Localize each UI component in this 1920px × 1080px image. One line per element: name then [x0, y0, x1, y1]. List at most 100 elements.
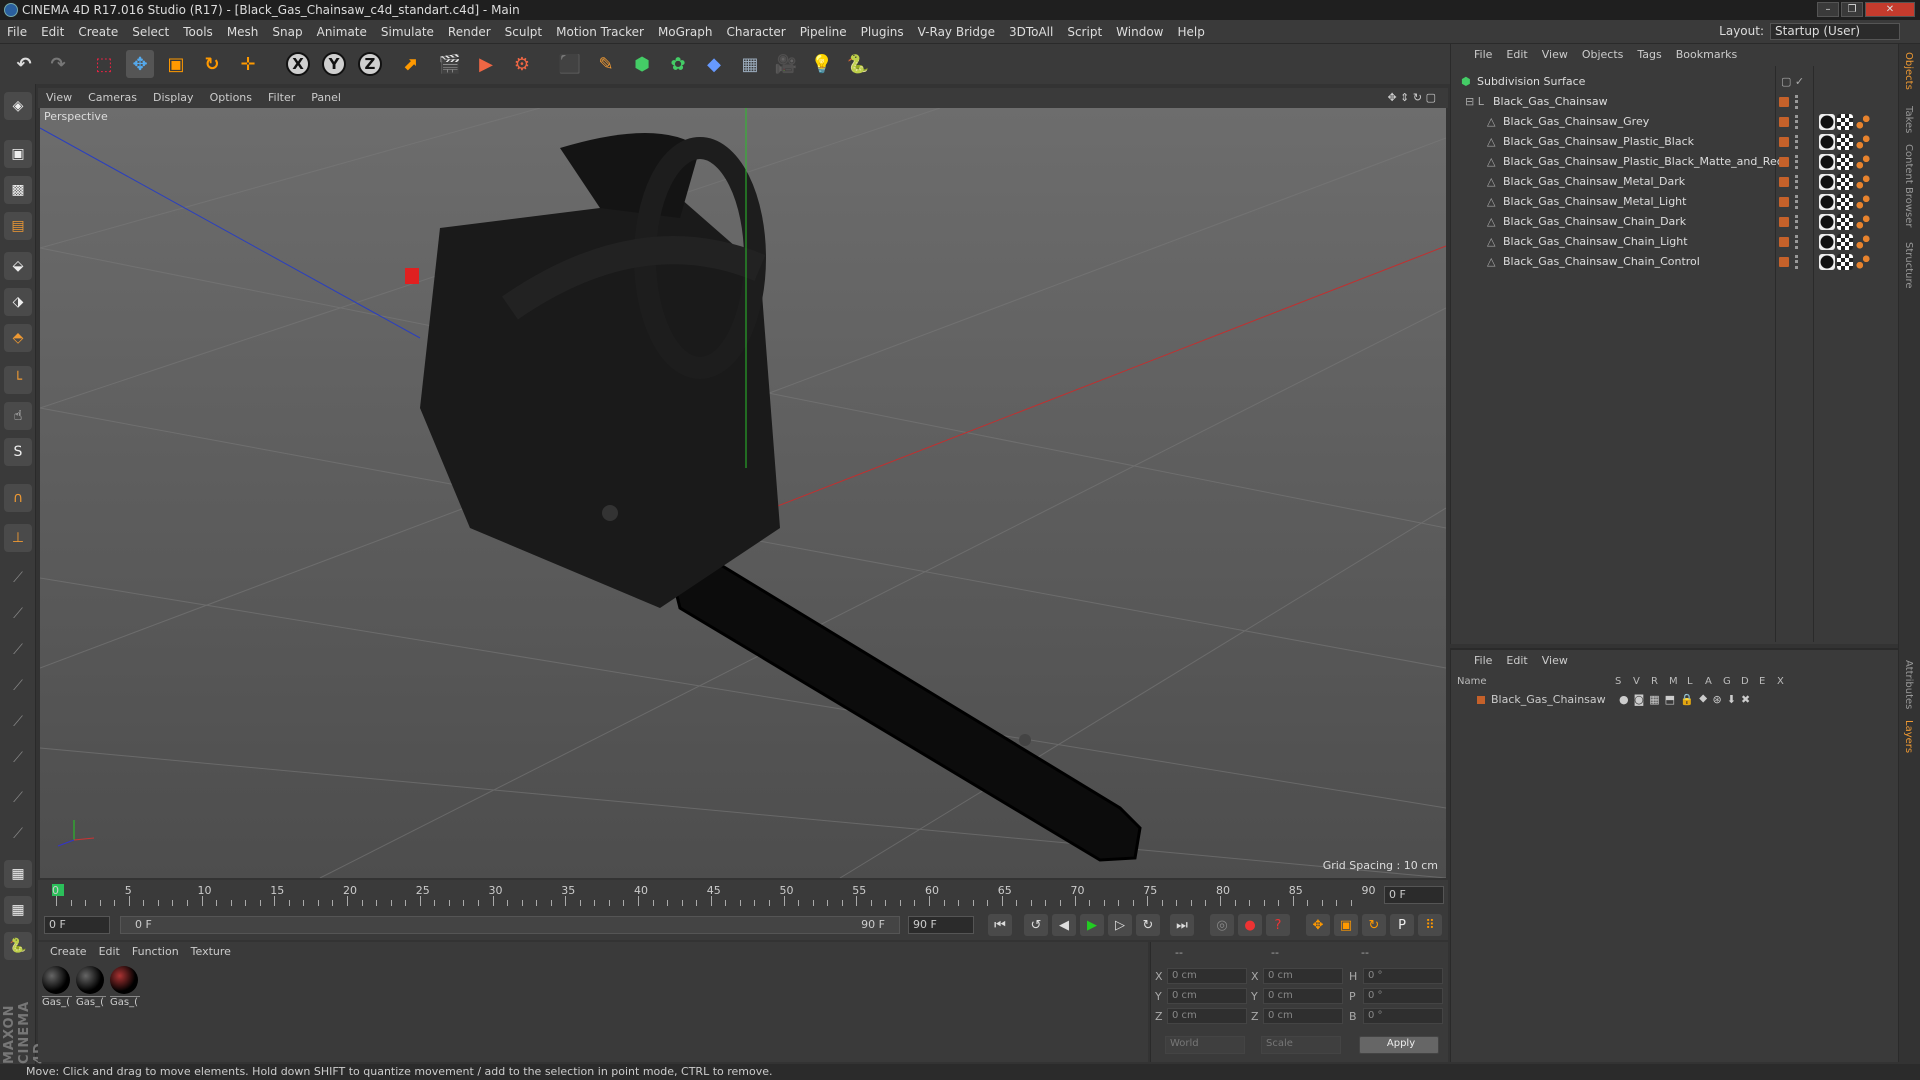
layer-menu-edit[interactable]: Edit — [1499, 650, 1534, 672]
deformer-icon[interactable]: ◆ — [700, 50, 728, 78]
size-x-field[interactable]: 0 cm — [1263, 968, 1343, 984]
position-y-field[interactable]: 0 cm — [1167, 988, 1247, 1004]
viewport-menu-options[interactable]: Options — [202, 88, 260, 108]
uvw-tag-icon[interactable] — [1837, 234, 1853, 250]
tweak-mode-icon[interactable]: ☝ — [4, 402, 32, 430]
record-active-icon[interactable]: ● — [1238, 914, 1262, 936]
material-tag-icon[interactable] — [1819, 254, 1835, 270]
live-selection-icon[interactable]: ⬚ — [90, 50, 118, 78]
tab-content-browser[interactable]: Content Browser — [1903, 144, 1914, 227]
layout-dropdown[interactable]: Startup (User) — [1770, 23, 1900, 40]
3d-viewport[interactable]: Perspective Grid Spacing : 10 cm — [40, 108, 1446, 878]
visibility-dots[interactable] — [1795, 155, 1799, 169]
selection-tag-icon[interactable] — [1855, 234, 1871, 250]
position-x-field[interactable]: 0 cm — [1167, 968, 1247, 984]
key-param-icon[interactable]: P — [1390, 914, 1414, 936]
size-y-field[interactable]: 0 cm — [1263, 988, 1343, 1004]
visibility-dots[interactable] — [1795, 175, 1799, 189]
viewport-menu-cameras[interactable]: Cameras — [80, 88, 145, 108]
sculpt-brush-6-icon[interactable]: ⟋ — [4, 744, 32, 772]
y-axis-button[interactable]: Y — [322, 52, 346, 76]
selection-tag-icon[interactable] — [1855, 174, 1871, 190]
menu-help[interactable]: Help — [1170, 20, 1211, 44]
menu-create[interactable]: Create — [71, 20, 125, 44]
object-row[interactable]: △ Black_Gas_Chainsaw_Metal_Dark — [1451, 172, 1899, 192]
material-menu-edit[interactable]: Edit — [93, 942, 126, 962]
render-settings-icon[interactable]: ⚙ — [508, 50, 536, 78]
next-key-icon[interactable]: ↻ — [1136, 914, 1160, 936]
object-menu-edit[interactable]: Edit — [1499, 44, 1534, 66]
render-view-icon[interactable]: 🎬 — [436, 50, 464, 78]
sculpt-brush-7-icon[interactable]: ⟋ — [4, 784, 32, 812]
tab-takes[interactable]: Takes — [1903, 106, 1914, 133]
object-row[interactable]: △ Black_Gas_Chainsaw_Chain_Light — [1451, 232, 1899, 252]
apply-button[interactable]: Apply — [1359, 1036, 1439, 1054]
auto-key-icon[interactable]: ? — [1266, 914, 1290, 936]
snap-icon[interactable]: S — [4, 438, 32, 466]
sculpt-brush-2-icon[interactable]: ⟋ — [4, 600, 32, 628]
current-frame-field[interactable]: 0 F — [1384, 886, 1444, 904]
end-frame-field[interactable]: 90 F — [908, 916, 974, 934]
menu-script[interactable]: Script — [1060, 20, 1109, 44]
layer-color-swatch[interactable] — [1779, 217, 1789, 227]
size-z-field[interactable]: 0 cm — [1263, 1008, 1343, 1024]
selection-tag-icon[interactable] — [1855, 134, 1871, 150]
object-row[interactable]: △ Black_Gas_Chainsaw_Grey — [1451, 112, 1899, 132]
menu-vray-bridge[interactable]: V-Ray Bridge — [911, 20, 1002, 44]
uvw-tag-icon[interactable] — [1837, 174, 1853, 190]
uvw-tag-icon[interactable] — [1837, 114, 1853, 130]
visibility-dots[interactable] — [1795, 95, 1799, 109]
menu-sculpt[interactable]: Sculpt — [498, 20, 549, 44]
layer-color-swatch[interactable] — [1779, 257, 1789, 267]
layer-column-header[interactable]: D — [1741, 676, 1759, 687]
mograph-cloner-icon[interactable]: ✿ — [664, 50, 692, 78]
tab-structure[interactable]: Structure — [1903, 242, 1914, 289]
layer-color-swatch[interactable] — [1779, 237, 1789, 247]
material-swatch[interactable]: Gas_( — [76, 966, 106, 1008]
uvw-tag-icon[interactable] — [1837, 254, 1853, 270]
visibility-dots[interactable] — [1795, 235, 1799, 249]
material-tag-icon[interactable] — [1819, 194, 1835, 210]
floor-icon[interactable]: ▦ — [736, 50, 764, 78]
magnet-icon[interactable]: ∩ — [4, 484, 32, 512]
menu-window[interactable]: Window — [1109, 20, 1170, 44]
viewport-menu-filter[interactable]: Filter — [260, 88, 303, 108]
material-tag-icon[interactable] — [1819, 154, 1835, 170]
menu-animate[interactable]: Animate — [310, 20, 374, 44]
workplane-icon[interactable]: ▤ — [4, 212, 32, 240]
selection-tag-icon[interactable] — [1855, 214, 1871, 230]
checker-lock-icon[interactable]: ▦ — [4, 860, 32, 888]
points-mode-icon[interactable]: ⬙ — [4, 252, 32, 280]
layer-column-header[interactable]: G — [1723, 676, 1741, 687]
object-menu-tags[interactable]: Tags — [1630, 44, 1668, 66]
layer-column-header[interactable]: L — [1687, 676, 1705, 687]
menu-character[interactable]: Character — [719, 20, 792, 44]
material-menu-create[interactable]: Create — [44, 942, 93, 962]
material-swatch[interactable]: Gas_( — [110, 966, 140, 1008]
layer-menu-view[interactable]: View — [1535, 650, 1575, 672]
light-icon[interactable]: 💡 — [808, 50, 836, 78]
material-swatch[interactable]: Gas_( — [42, 966, 72, 1008]
layer-menu-file[interactable]: File — [1467, 650, 1499, 672]
menu-edit[interactable]: Edit — [34, 20, 71, 44]
transform-icon[interactable]: ✛ — [234, 50, 262, 78]
make-editable-icon[interactable]: ◈ — [4, 92, 32, 120]
viewport-menu-panel[interactable]: Panel — [303, 88, 349, 108]
object-row[interactable]: △ Black_Gas_Chainsaw_Metal_Light — [1451, 192, 1899, 212]
record-disabled-icon[interactable]: ◎ — [1210, 914, 1234, 936]
material-tag-icon[interactable] — [1819, 174, 1835, 190]
maximize-icon[interactable]: ❐ — [1841, 2, 1863, 17]
visibility-check-icon[interactable]: ▢ ✓ — [1781, 72, 1804, 92]
undo-icon[interactable]: ↶ — [10, 50, 38, 78]
object-menu-bookmarks[interactable]: Bookmarks — [1669, 44, 1744, 66]
cube-icon[interactable]: ⬛ — [556, 50, 584, 78]
menu-mograph[interactable]: MoGraph — [651, 20, 720, 44]
scale-icon[interactable]: ▣ — [162, 50, 190, 78]
visibility-dots[interactable] — [1795, 135, 1799, 149]
timeline-ruler[interactable]: 0 5 10 15 20 25 30 35 40 45 50 55 60 65 70 75 80 85 90 0 F — [38, 880, 1448, 910]
world-dropdown[interactable]: World — [1165, 1036, 1245, 1054]
layer-toggles[interactable]: ●◙▦⬒🔒⯁⊛⬇✖ — [1619, 692, 1755, 708]
x-axis-button[interactable]: X — [286, 52, 310, 76]
menu-mesh[interactable]: Mesh — [220, 20, 266, 44]
sculpt-brush-1-icon[interactable]: ⟋ — [4, 564, 32, 592]
